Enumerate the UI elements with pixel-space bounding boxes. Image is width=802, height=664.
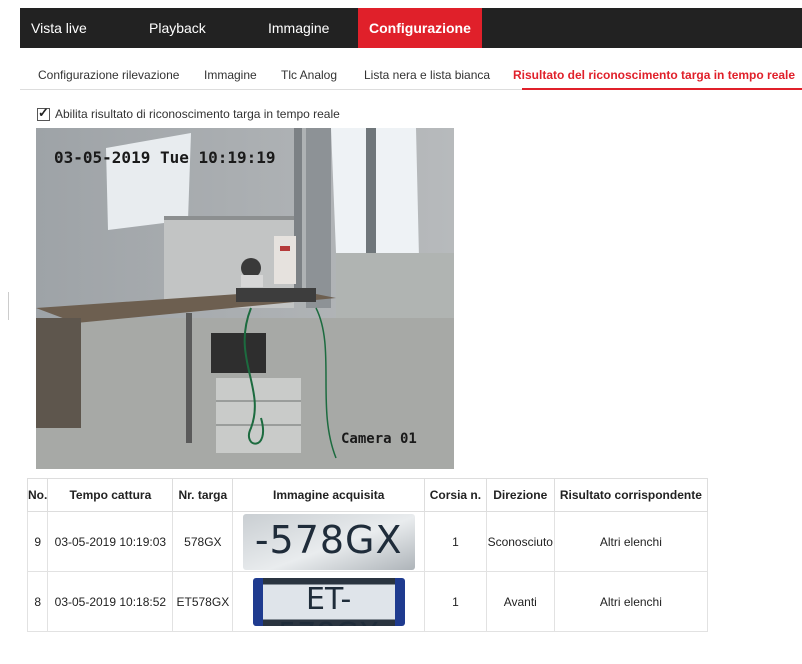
cell-lane: 1 (424, 571, 487, 632)
subtab-risultato-riconoscimento[interactable]: Risultato del riconoscimento targa in te… (513, 68, 795, 82)
cell-no: 8 (26, 571, 49, 632)
cell-no: 9 (26, 511, 49, 572)
header-direzione: Direzione (485, 478, 555, 512)
header-tempo-cattura: Tempo cattura (47, 478, 174, 512)
camera-scene-image (36, 128, 454, 469)
header-immagine-acquisita: Immagine acquisita (232, 478, 426, 512)
cell-time: 03-05-2019 10:18:52 (47, 571, 174, 632)
header-no: No. (26, 478, 49, 512)
table-row[interactable]: 8 03-05-2019 10:18:52 ET578GX ET-578GX 1… (26, 571, 709, 632)
video-camera-name: Camera 01 (341, 431, 417, 447)
table-header-row: No. Tempo cattura Nr. targa Immagine acq… (26, 478, 709, 512)
subtab-lista-nera-bianca[interactable]: Lista nera e lista bianca (364, 68, 490, 82)
cell-direction: Avanti (485, 571, 555, 632)
header-nr-targa: Nr. targa (172, 478, 234, 512)
header-risultato: Risultato corrispondente (553, 478, 709, 512)
tab-configurazione[interactable]: Configurazione (358, 8, 482, 48)
checkmark-icon: ✓ (38, 104, 49, 120)
enable-result-row: ✓ Abilita risultato di riconoscimento ta… (37, 104, 340, 122)
tab-playback[interactable]: Playback (149, 8, 206, 48)
active-subtab-underline (522, 88, 802, 90)
subtab-tlc-analog[interactable]: Tlc Analog (281, 68, 337, 82)
plate-thumbnail: ET-578GX (252, 577, 405, 626)
cell-plate: ET578GX (172, 571, 234, 632)
table-row[interactable]: 9 03-05-2019 10:19:03 578GX -578GX 1 Sco… (26, 511, 709, 572)
header-corsia: Corsia n. (424, 478, 487, 512)
plate-thumbnail: -578GX (242, 513, 415, 570)
cell-time: 03-05-2019 10:19:03 (47, 511, 174, 572)
enable-result-label: Abilita risultato di riconoscimento targ… (55, 107, 340, 121)
plate-results-table: No. Tempo cattura Nr. targa Immagine acq… (26, 478, 709, 632)
top-navigation-bar: Vista live Playback Immagine Configurazi… (20, 8, 802, 48)
tab-vista-live[interactable]: Vista live (31, 8, 87, 48)
cell-result: Altri elenchi (553, 511, 709, 572)
enable-result-checkbox[interactable]: ✓ (37, 104, 50, 121)
subtab-configurazione-rilevazione[interactable]: Configurazione rilevazione (38, 68, 179, 82)
video-timestamp: 03-05-2019 Tue 10:19:19 (54, 148, 276, 167)
live-video-preview: 03-05-2019 Tue 10:19:19 Camera 01 (36, 128, 454, 469)
cell-plate-image: ET-578GX (232, 571, 426, 632)
cell-direction: Sconosciuto (485, 511, 555, 572)
cell-plate: 578GX (172, 511, 234, 572)
subtab-immagine[interactable]: Immagine (204, 68, 257, 82)
plate-thumbnail-text: ET-578GX (278, 581, 379, 626)
cell-lane: 1 (424, 511, 487, 572)
cell-result: Altri elenchi (553, 571, 709, 632)
divider (8, 292, 9, 320)
cell-plate-image: -578GX (232, 511, 426, 572)
tab-immagine[interactable]: Immagine (268, 8, 329, 48)
sub-navigation: Configurazione rilevazione Immagine Tlc … (20, 48, 802, 90)
plate-thumbnail-text: -578GX (254, 517, 403, 562)
